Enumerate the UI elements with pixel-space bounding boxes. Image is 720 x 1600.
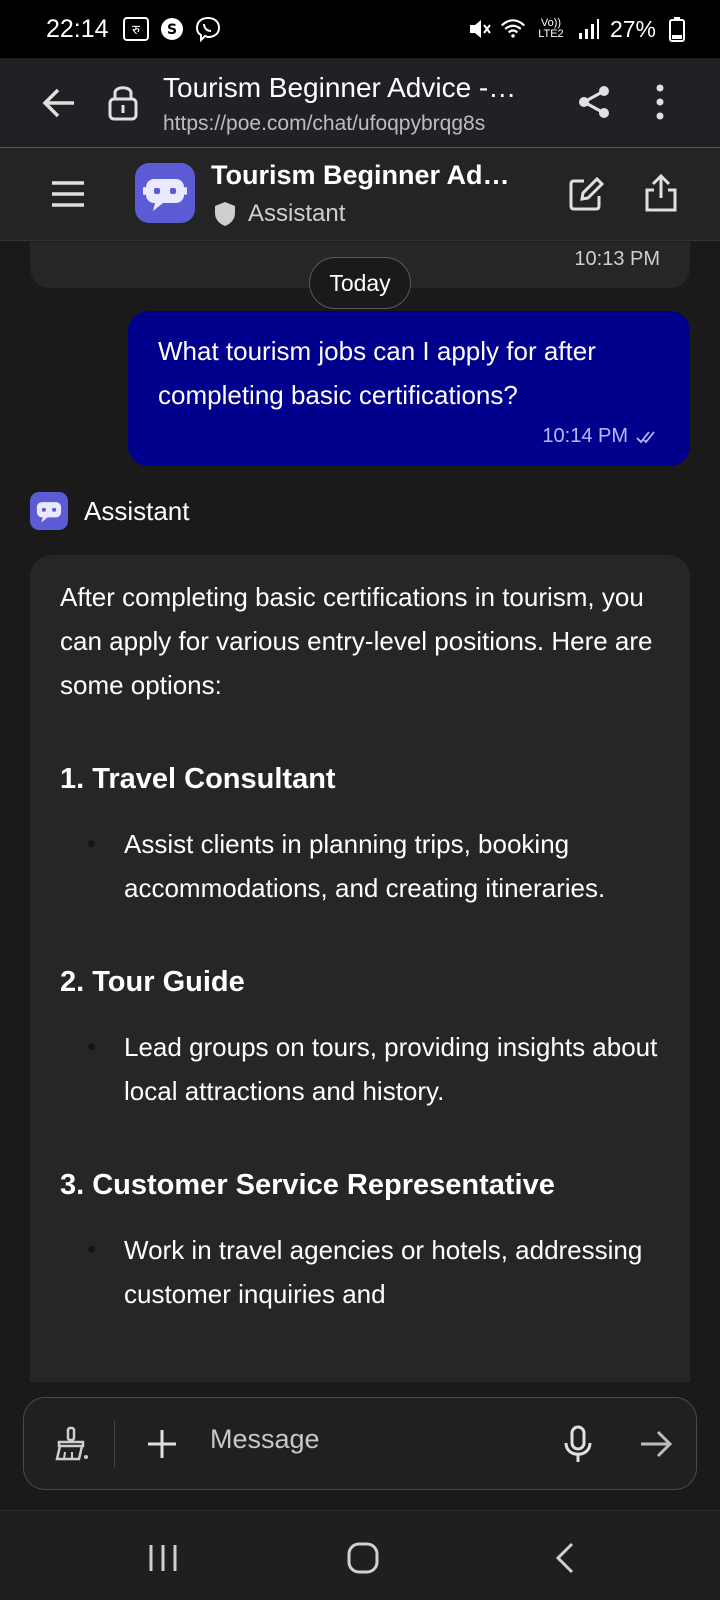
composer-divider: [114, 1420, 115, 1468]
upload-icon[interactable]: [643, 174, 679, 212]
status-bar: 22:14 रु S Vo)) LTE2 27%: [0, 0, 720, 58]
back-arrow-icon[interactable]: [40, 84, 78, 122]
add-attachment-icon[interactable]: [144, 1426, 180, 1462]
microphone-icon[interactable]: [561, 1424, 595, 1464]
chat-area[interactable]: 10:13 PM Today What tourism jobs can I a…: [0, 242, 720, 1382]
battery-percent: 27%: [609, 15, 656, 42]
wifi-icon: [500, 16, 526, 42]
job-section: 3. Customer Service Representative Work …: [60, 1169, 660, 1316]
bot-avatar[interactable]: [135, 163, 195, 223]
assistant-name: Assistant: [84, 495, 190, 526]
user-message-text: What tourism jobs can I apply for after …: [158, 336, 596, 410]
job-bullet-item: Lead groups on tours, providing insights…: [60, 1025, 660, 1113]
s-icon: S: [159, 16, 185, 42]
previous-message-time: 10:13 PM: [574, 248, 660, 270]
recent-apps-icon[interactable]: [145, 1541, 181, 1575]
job-title: 2. Tour Guide: [60, 966, 245, 998]
clear-context-icon[interactable]: [53, 1426, 89, 1462]
bot-subtitle: Assistant: [214, 200, 345, 228]
system-navigation-bar: [0, 1510, 720, 1600]
menu-icon[interactable]: [48, 174, 88, 214]
page-title[interactable]: Tourism Beginner Advice -…: [163, 72, 516, 104]
bot-subtitle-label: Assistant: [248, 200, 346, 227]
user-message-bubble[interactable]: What tourism jobs can I apply for after …: [128, 311, 690, 466]
message-input[interactable]: Message: [210, 1424, 320, 1455]
more-options-icon[interactable]: [644, 82, 676, 122]
job-title: 1. Travel Consultant: [60, 763, 336, 795]
lock-icon[interactable]: [106, 82, 140, 122]
svg-text:रु: रु: [132, 23, 140, 38]
double-check-icon: [636, 430, 655, 443]
mute-icon: [466, 16, 492, 42]
edit-icon[interactable]: [568, 176, 604, 212]
user-message-time: 10:14 PM: [542, 425, 628, 447]
screen: 22:14 रु S Vo)) LTE2 27% Tourism Beginne…: [0, 0, 720, 1600]
assistant-header: Assistant: [30, 492, 190, 530]
date-separator: Today: [309, 257, 411, 309]
job-bullet-item: Work in travel agencies or hotels, addre…: [60, 1228, 660, 1316]
chat-header: Tourism Beginner Ad… Assistant: [0, 148, 720, 241]
bullet-icon: [80, 1035, 102, 1057]
bot-face-icon: [143, 179, 187, 211]
share-icon[interactable]: [576, 84, 612, 120]
home-icon[interactable]: [346, 1541, 380, 1575]
assistant-message-bubble[interactable]: After completing basic certifications in…: [30, 555, 690, 1382]
job-description: Lead groups on tours, providing insights…: [124, 1032, 658, 1106]
status-left: 22:14 रु S: [46, 15, 221, 44]
shield-icon: [215, 202, 235, 226]
status-time: 22:14: [46, 14, 109, 43]
job-description: Assist clients in planning trips, bookin…: [124, 829, 606, 903]
job-section: 2. Tour Guide Lead groups on tours, prov…: [60, 966, 660, 1113]
browser-toolbar: Tourism Beginner Advice -… https://poe.c…: [0, 58, 720, 148]
signal-icon: [576, 16, 602, 42]
send-arrow-icon[interactable]: [638, 1426, 674, 1462]
svg-text:S: S: [167, 22, 177, 38]
job-description: Work in travel agencies or hotels, addre…: [124, 1235, 643, 1309]
job-title: 3. Customer Service Representative: [60, 1169, 555, 1201]
rupee-icon: रु: [122, 16, 149, 42]
user-message-meta: 10:14 PM: [542, 425, 660, 448]
assistant-avatar[interactable]: [30, 492, 68, 530]
battery-icon: [664, 16, 690, 42]
network-label: Vo)) LTE2: [538, 17, 564, 40]
assistant-intro-text: After completing basic certifications in…: [60, 582, 653, 700]
viber-icon: [195, 16, 221, 42]
bullet-icon: [80, 832, 102, 854]
job-section: 1. Travel Consultant Assist clients in p…: [60, 763, 660, 910]
message-composer: Message: [23, 1397, 697, 1490]
back-nav-icon[interactable]: [552, 1541, 578, 1575]
bot-face-icon: [36, 502, 62, 523]
job-bullet-item: Assist clients in planning trips, bookin…: [60, 822, 660, 910]
status-right: Vo)) LTE2 27%: [466, 16, 690, 43]
page-url[interactable]: https://poe.com/chat/ufoqpybrqg8s: [163, 112, 485, 136]
bot-name[interactable]: Tourism Beginner Ad…: [211, 160, 510, 191]
bullet-icon: [80, 1238, 102, 1260]
